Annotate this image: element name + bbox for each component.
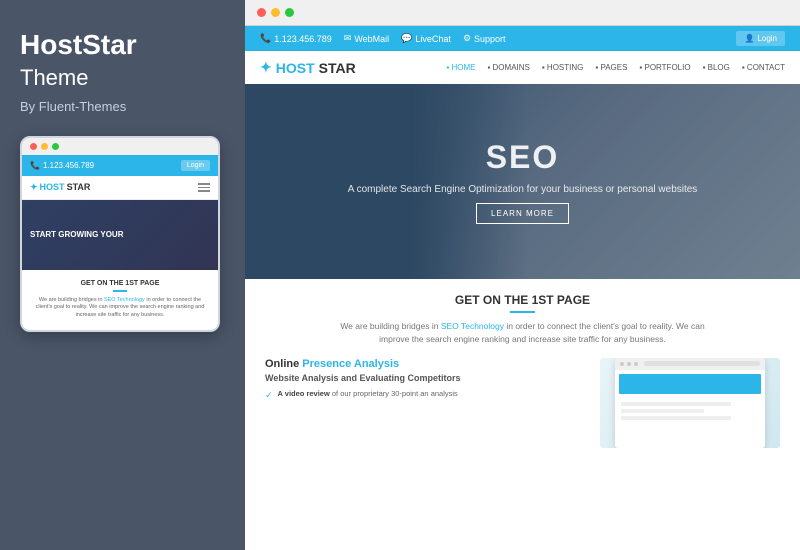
support-icon: ⚙ <box>463 33 471 44</box>
mobile-content: GET ON THE 1ST PAGE We are building brid… <box>22 270 218 330</box>
website-analysis-subtitle: Website Analysis and Evaluating Competit… <box>265 373 584 383</box>
desktop-preview: 📞 1.123.456.789 ✉ WebMail 💬 LiveChat ⚙ S… <box>245 26 800 550</box>
seo-link[interactable]: SEO Technology <box>441 321 504 331</box>
contact-livechat[interactable]: 💬 LiveChat <box>401 33 451 44</box>
nav-item-portfolio[interactable]: ▪ PORTFOLIO <box>639 63 690 72</box>
online-presence-title: Online Presence Analysis <box>265 358 584 370</box>
content-bottom-row: Online Presence Analysis Website Analysi… <box>265 358 780 448</box>
mobile-body-text: We are building bridges in SEO Technolog… <box>30 297 210 320</box>
browser-window-controls <box>257 8 294 17</box>
mobile-login-button[interactable]: Login <box>181 160 210 171</box>
mail-icon: ✉ <box>344 33 352 44</box>
mobile-logo-icon: ✦ <box>30 182 38 193</box>
app-title: HostStar <box>20 30 225 61</box>
desktop-topbar: 📞 1.123.456.789 ✉ WebMail 💬 LiveChat ⚙ S… <box>245 26 800 51</box>
hero-overlay: SEO A complete Search Engine Optimizatio… <box>245 84 800 279</box>
preview-image-area <box>600 358 780 448</box>
theme-author: By Fluent-Themes <box>20 99 225 114</box>
preview-dot-1 <box>620 362 624 366</box>
nav-item-blog[interactable]: ▪ BLOG <box>703 63 730 72</box>
desktop-content: GET ON THE 1ST PAGE We are building brid… <box>245 279 800 550</box>
theme-label: Theme <box>20 65 225 91</box>
hero-title: SEO <box>486 139 560 176</box>
desktop-navbar: ✦ HOST STAR ▪ HOME ▪ DOMAINS ▪ HOSTING ▪… <box>245 51 800 84</box>
mobile-dot-green <box>52 143 59 150</box>
hero-description: A complete Search Engine Optimization fo… <box>348 184 698 195</box>
content-preview-image <box>600 358 780 448</box>
mobile-topbar: 📞 1.123.456.789 Login <box>22 155 218 176</box>
mobile-hero-text: START GROWING YOUR <box>30 230 210 240</box>
preview-browser-content <box>615 398 765 427</box>
hero-learn-more-button[interactable]: LEARN MORE <box>476 203 569 224</box>
mobile-navbar: ✦ HOST STAR <box>22 176 218 200</box>
nav-item-pages[interactable]: ▪ PAGES <box>595 63 627 72</box>
preview-dot-2 <box>627 362 631 366</box>
mobile-page-heading: GET ON THE 1ST PAGE <box>30 280 210 287</box>
desktop-login-button[interactable]: 👤 Login <box>736 31 785 46</box>
preview-browser-chrome <box>615 358 765 370</box>
preview-url-bar <box>644 361 760 366</box>
preview-browser-mockup <box>615 358 765 448</box>
browser-chrome <box>245 0 800 26</box>
nav-item-contact[interactable]: ▪ CONTACT <box>742 63 785 72</box>
feature-text: A video review of our proprietary 30-poi… <box>278 389 458 400</box>
hamburger-icon[interactable] <box>198 183 210 192</box>
contact-support[interactable]: ⚙ Support <box>463 33 506 44</box>
phone-icon: 📞 <box>30 161 40 170</box>
nav-item-domains[interactable]: ▪ DOMAINS <box>487 63 529 72</box>
check-icon: ✓ <box>265 390 273 401</box>
mobile-dot-yellow <box>41 143 48 150</box>
mobile-phone-number: 📞 1.123.456.789 <box>30 161 94 170</box>
mobile-logo-star: STAR <box>67 182 91 192</box>
chat-icon: 💬 <box>401 33 412 44</box>
phone-icon: 📞 <box>260 33 271 44</box>
browser-dot-red <box>257 8 266 17</box>
desktop-logo-star: STAR <box>319 60 356 76</box>
feature-list-item: ✓ A video review of our proprietary 30-p… <box>265 389 584 401</box>
mobile-seo-link[interactable]: SEO Technology <box>104 297 145 303</box>
right-panel: 📞 1.123.456.789 ✉ WebMail 💬 LiveChat ⚙ S… <box>245 0 800 550</box>
browser-dot-green <box>285 8 294 17</box>
desktop-logo-host: HOST <box>276 60 315 76</box>
nav-item-home[interactable]: ▪ HOME <box>446 63 475 72</box>
mobile-hero: START GROWING YOUR <box>22 200 218 270</box>
desktop-nav-items: ▪ HOME ▪ DOMAINS ▪ HOSTING ▪ PAGES ▪ POR… <box>446 63 785 72</box>
desktop-logo-icon: ✦ <box>260 59 272 76</box>
desktop-logo: ✦ HOST STAR <box>260 59 356 76</box>
content-description: We are building bridges in SEO Technolog… <box>333 320 713 346</box>
mobile-heading-divider <box>113 290 127 292</box>
mobile-window-controls <box>22 138 218 155</box>
mobile-logo-host: HOST <box>40 182 65 192</box>
content-heading-divider <box>510 311 535 313</box>
content-features: Online Presence Analysis Website Analysi… <box>265 358 584 448</box>
mobile-dot-red <box>30 143 37 150</box>
preview-browser-hero <box>619 374 761 394</box>
user-icon: 👤 <box>744 34 754 43</box>
presence-highlight: Presence Analysis <box>302 358 399 370</box>
mobile-preview: 📞 1.123.456.789 Login ✦ HOST STAR START … <box>20 136 220 332</box>
nav-item-hosting[interactable]: ▪ HOSTING <box>542 63 584 72</box>
browser-dot-yellow <box>271 8 280 17</box>
preview-dot-3 <box>634 362 638 366</box>
desktop-contact-bar: 📞 1.123.456.789 ✉ WebMail 💬 LiveChat ⚙ S… <box>260 33 506 44</box>
contact-webmail[interactable]: ✉ WebMail <box>344 33 389 44</box>
mobile-logo: ✦ HOST STAR <box>30 182 90 193</box>
left-panel: HostStar Theme By Fluent-Themes 📞 1.123.… <box>0 0 245 550</box>
contact-phone: 📞 1.123.456.789 <box>260 33 332 44</box>
desktop-hero: SEO A complete Search Engine Optimizatio… <box>245 84 800 279</box>
content-main-heading: GET ON THE 1ST PAGE <box>265 293 780 307</box>
